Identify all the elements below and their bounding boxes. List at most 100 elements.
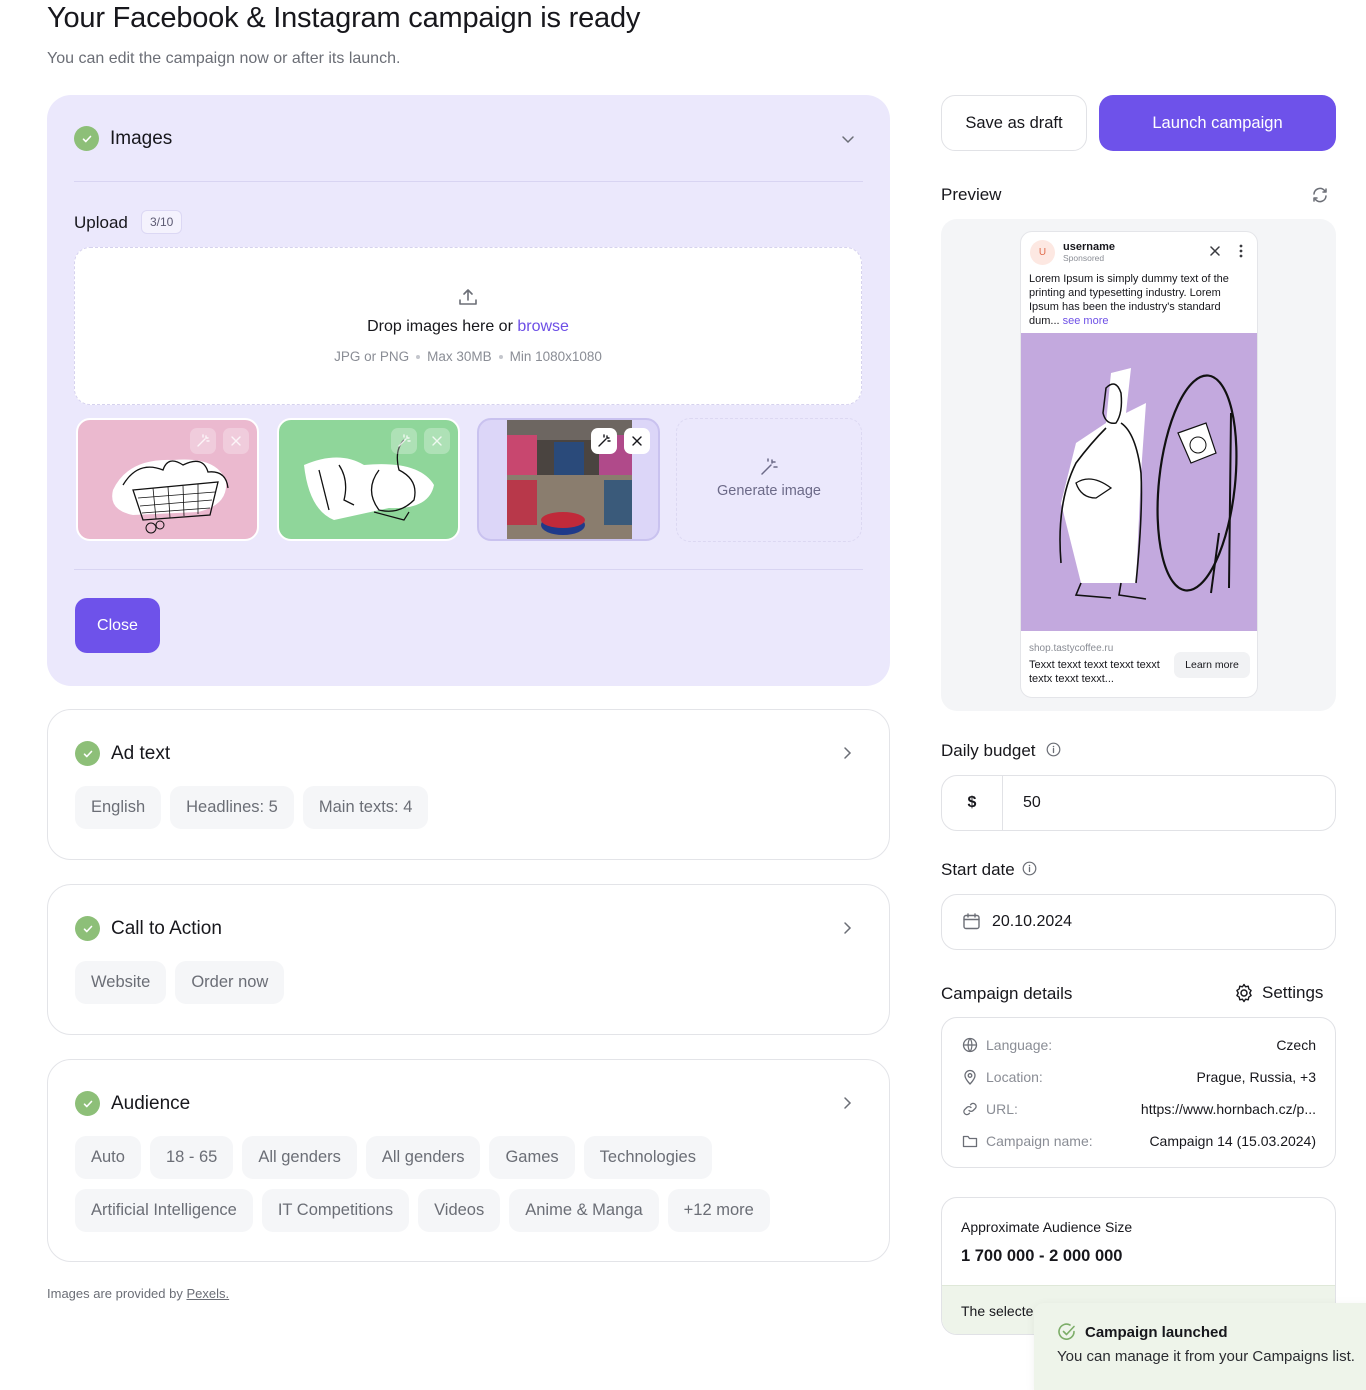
- detail-row-url: URL: https://www.hornbach.cz/p...: [961, 1099, 1316, 1119]
- detail-label: Language:: [986, 1037, 1053, 1053]
- detail-value: https://www.hornbach.cz/p...: [1140, 1101, 1316, 1117]
- ad-image: [1021, 333, 1257, 631]
- chip: All genders: [242, 1136, 357, 1179]
- pexels-link[interactable]: Pexels.: [186, 1286, 229, 1301]
- check-circle-icon: [1057, 1322, 1077, 1347]
- more-vertical-icon[interactable]: [1239, 244, 1243, 263]
- chip: Games: [489, 1136, 575, 1179]
- campaign-details-label: Campaign details: [941, 984, 1073, 1003]
- hint-max-size: Max 30MB: [427, 349, 492, 364]
- close-icon[interactable]: [1209, 244, 1221, 262]
- start-date-input[interactable]: [992, 895, 1322, 949]
- upload-label: Upload: [74, 213, 128, 232]
- toast-title: Campaign launched: [1085, 1324, 1228, 1341]
- campaign-details-box: Language: Czech Location: Prague, Russia…: [941, 1017, 1336, 1168]
- magic-wand-icon: [759, 457, 779, 482]
- separator-dot: [498, 355, 503, 360]
- chip: Technologies: [583, 1136, 712, 1179]
- chevron-down-icon[interactable]: [840, 131, 856, 147]
- detail-row-campaign-name: Campaign name: Campaign 14 (15.03.2024): [961, 1131, 1316, 1151]
- chevron-right-icon[interactable]: [839, 920, 855, 936]
- image-thumbnail[interactable]: [277, 418, 460, 541]
- check-circle-icon: [75, 741, 100, 766]
- currency-symbol: $: [942, 776, 1003, 830]
- separator-dot: [416, 355, 421, 360]
- magic-wand-icon[interactable]: [591, 428, 617, 454]
- start-date-field: [941, 894, 1336, 950]
- magic-wand-icon[interactable]: [190, 428, 216, 454]
- image-thumbnail[interactable]: [477, 418, 660, 541]
- page-title: Your Facebook & Instagram campaign is re…: [47, 2, 641, 34]
- upload-count-badge: 3/10: [141, 210, 183, 234]
- page-subtitle: You can edit the campaign now or after i…: [47, 50, 401, 67]
- preview-label: Preview: [941, 185, 1002, 204]
- ad-body-content: Lorem Ipsum is simply dummy text of the …: [1029, 273, 1229, 327]
- daily-budget-label-text: Daily budget: [941, 741, 1036, 760]
- location-pin-icon: [961, 1068, 979, 1086]
- ad-text-chips: English Headlines: 5 Main texts: 4: [75, 786, 865, 829]
- avatar: U: [1030, 240, 1055, 265]
- detail-value: Campaign 14 (15.03.2024): [1149, 1133, 1316, 1149]
- browse-link[interactable]: browse: [517, 318, 569, 335]
- calendar-icon: [962, 912, 981, 936]
- chip: Artificial Intelligence: [75, 1189, 253, 1232]
- chip: Main texts: 4: [302, 786, 429, 829]
- audience-size-value: 1 700 000 - 2 000 000: [961, 1247, 1123, 1265]
- chevron-right-icon[interactable]: [839, 1095, 855, 1111]
- detail-label: Location:: [986, 1069, 1043, 1085]
- person-with-mirror-illustration: [1059, 368, 1238, 600]
- chip: Headlines: 5: [170, 786, 294, 829]
- divider: [74, 569, 863, 570]
- chip: Anime & Manga: [509, 1189, 659, 1232]
- chip: Order now: [175, 961, 285, 1004]
- toast-body: You can manage it from your Campaigns li…: [1057, 1348, 1355, 1365]
- more-chip[interactable]: +12 more: [667, 1189, 770, 1232]
- see-more-link[interactable]: see more: [1063, 315, 1109, 327]
- daily-budget-input[interactable]: [1004, 776, 1334, 830]
- daily-budget-label: Daily budget: [941, 741, 1061, 762]
- chip: 18 - 65: [149, 1136, 234, 1179]
- launch-campaign-button[interactable]: Launch campaign: [1099, 95, 1336, 151]
- refresh-icon[interactable]: [1311, 186, 1329, 209]
- chevron-right-icon[interactable]: [839, 745, 855, 761]
- dropzone-hints: JPG or PNG Max 30MB Min 1080x1080: [75, 349, 861, 364]
- call-to-action-section[interactable]: Call to Action Website Order now: [47, 884, 890, 1035]
- audience-size-label: Approximate Audience Size: [961, 1219, 1133, 1235]
- chip: Auto: [75, 1136, 141, 1179]
- start-date-label-text: Start date: [941, 860, 1015, 879]
- upload-icon: [457, 286, 479, 313]
- ad-text-section[interactable]: Ad text English Headlines: 5 Main texts:…: [47, 709, 890, 860]
- chip: Videos: [418, 1189, 501, 1232]
- gear-icon: [1236, 983, 1252, 1003]
- detail-row-location: Location: Prague, Russia, +3: [961, 1067, 1316, 1087]
- info-icon[interactable]: [1022, 861, 1037, 881]
- daily-budget-field: $: [941, 775, 1336, 831]
- ad-text-section-title: Ad text: [111, 743, 171, 764]
- close-button[interactable]: Close: [75, 598, 160, 653]
- dropzone-instruction: Drop images here or: [367, 318, 513, 335]
- dropzone-text: Drop images here or browse: [75, 318, 861, 336]
- ad-headline: Texxt texxt texxt texxt texxt textx texx…: [1029, 659, 1160, 685]
- ad-preview-card: U username Sponsored Lorem Ipsum is simp…: [1020, 231, 1258, 698]
- magic-wand-icon[interactable]: [391, 428, 417, 454]
- chip: English: [75, 786, 162, 829]
- remove-image-icon[interactable]: [624, 428, 650, 454]
- remove-image-icon[interactable]: [424, 428, 450, 454]
- image-credit-note: Images are provided by Pexels.: [47, 1286, 229, 1301]
- learn-more-button[interactable]: Learn more: [1174, 652, 1250, 678]
- generate-image-button[interactable]: Generate image: [676, 418, 862, 542]
- ad-body-text: Lorem Ipsum is simply dummy text of the …: [1029, 272, 1251, 328]
- settings-button[interactable]: Settings: [1234, 983, 1323, 1003]
- audience-section[interactable]: Audience Auto 18 - 65 All genders All ge…: [47, 1059, 890, 1262]
- start-date-label: Start date: [941, 860, 1037, 881]
- detail-label: URL:: [986, 1101, 1018, 1117]
- cta-section-title: Call to Action: [111, 918, 222, 939]
- save-as-draft-button[interactable]: Save as draft: [941, 95, 1087, 151]
- image-dropzone[interactable]: Drop images here or browse JPG or PNG Max…: [74, 247, 862, 405]
- image-thumbnail[interactable]: [76, 418, 259, 541]
- link-icon: [961, 1100, 979, 1118]
- chip: Website: [75, 961, 167, 1004]
- info-icon[interactable]: [1046, 742, 1061, 762]
- remove-image-icon[interactable]: [223, 428, 249, 454]
- ad-sponsored-label: Sponsored: [1063, 253, 1105, 263]
